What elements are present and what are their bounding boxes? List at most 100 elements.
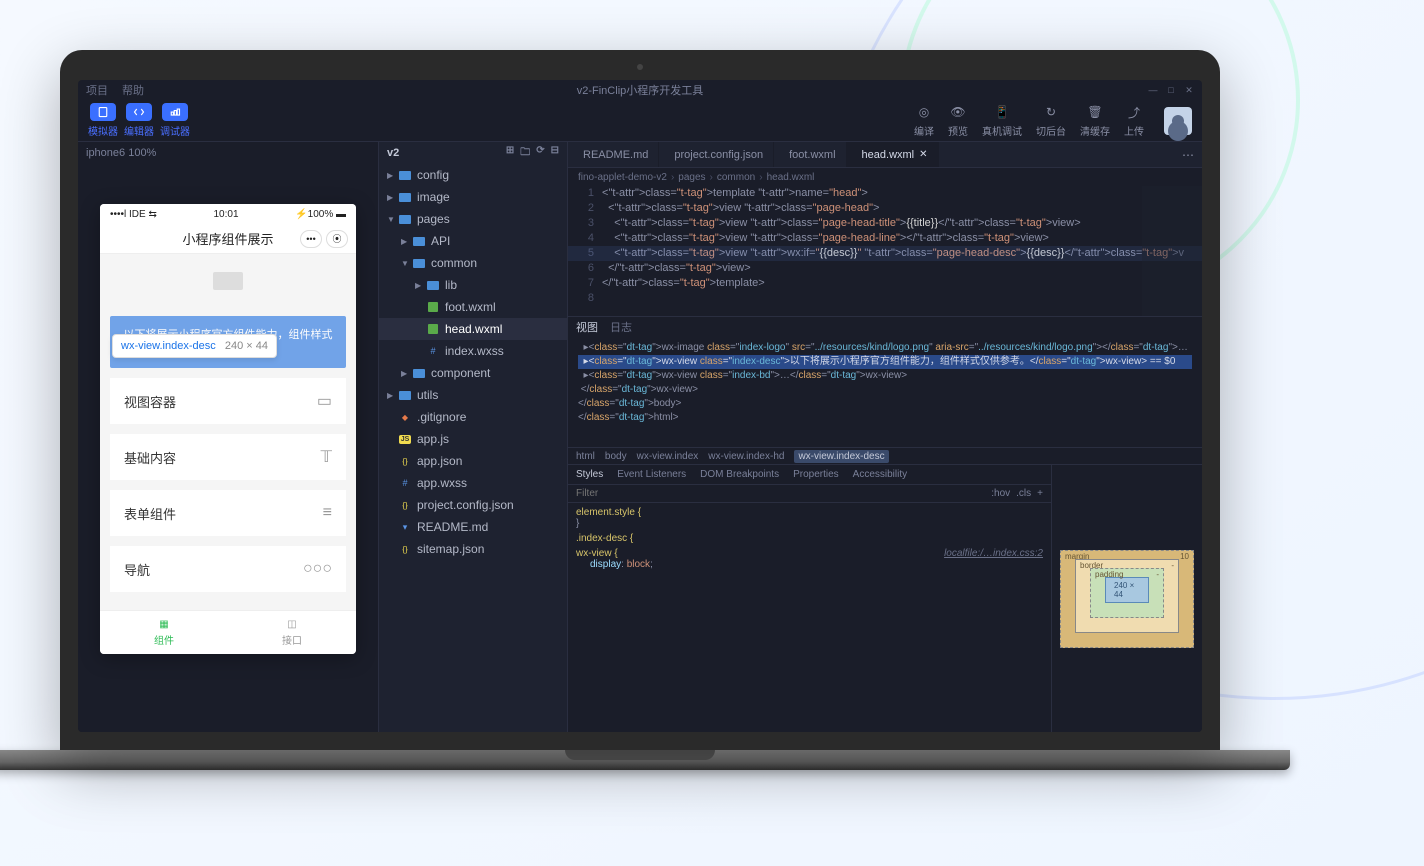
- dom-line-0[interactable]: ▸<class="dt-tag">wx-image class="index-l…: [578, 341, 1192, 355]
- phone-list-item-0[interactable]: 视图容器▭: [110, 378, 346, 424]
- editor-tab-3[interactable]: head.wxml✕: [847, 142, 939, 167]
- editor-tabs-more[interactable]: ⋯: [1174, 142, 1202, 167]
- dom-line-2[interactable]: ▸<class="dt-tag">wx-view class="index-bd…: [578, 369, 1192, 383]
- tree-node-config[interactable]: ▶config: [379, 164, 567, 186]
- tree-node-app.json[interactable]: app.json: [379, 450, 567, 472]
- explorer-root-label[interactable]: v2: [387, 147, 399, 159]
- collapse-icon[interactable]: ⊟: [551, 145, 559, 162]
- tree-node-lib[interactable]: ▶lib: [379, 274, 567, 296]
- tree-node-foot.wxml[interactable]: foot.wxml: [379, 296, 567, 318]
- tree-node-app.js[interactable]: app.js: [379, 428, 567, 450]
- css-rule-2[interactable]: wx-view {localfile:/…index.css:2display:…: [576, 548, 1043, 570]
- styles-tab-0[interactable]: Styles: [576, 469, 603, 480]
- dom-path-1[interactable]: body: [605, 451, 627, 462]
- tab-close-icon[interactable]: ✕: [919, 149, 927, 160]
- styles-hov[interactable]: :hov: [991, 488, 1010, 499]
- minimap[interactable]: [1142, 186, 1202, 316]
- tree-node-sitemap.json[interactable]: sitemap.json: [379, 538, 567, 560]
- menu-project[interactable]: 项目: [86, 82, 108, 98]
- styles-filter-input[interactable]: [576, 488, 676, 499]
- phone-mockup: ••••l IDE ⇆ 10:01 ⚡100% ▬ 小程序组件展示 ••• ⦿: [100, 204, 356, 654]
- simulator-panel: iphone6 100% ••••l IDE ⇆ 10:01 ⚡100% ▬ 小…: [78, 142, 378, 732]
- dom-line-1[interactable]: ▸<class="dt-tag">wx-view class="index-de…: [578, 355, 1192, 369]
- breadcrumb-seg-3[interactable]: head.wxml: [767, 172, 815, 183]
- phone-tab-1[interactable]: ◫接口: [228, 611, 356, 654]
- devtools: 视图日志 ▸<class="dt-tag">wx-image class="in…: [568, 316, 1202, 732]
- box-model: 240 × 44: [1052, 465, 1202, 732]
- phone-nav-more[interactable]: •••: [300, 230, 322, 248]
- tree-node-head.wxml[interactable]: head.wxml: [379, 318, 567, 340]
- editor-tab-2[interactable]: foot.wxml: [774, 142, 846, 167]
- laptop-camera: [637, 64, 643, 70]
- tree-node-pages[interactable]: ▼pages: [379, 208, 567, 230]
- phone-list-item-3[interactable]: 导航○○○: [110, 546, 346, 592]
- menubar: 项目 帮助 v2-FinClip小程序开发工具 — □ ✕: [78, 80, 1202, 100]
- styles-add-icon[interactable]: +: [1037, 488, 1043, 499]
- editor-tab-1[interactable]: project.config.json: [659, 142, 774, 167]
- phone-list-item-2[interactable]: 表单组件≡: [110, 490, 346, 536]
- phone-logo-icon: [213, 272, 243, 290]
- editor-tab-0[interactable]: README.md: [568, 142, 659, 167]
- tooltip-selector: wx-view.index-desc: [121, 340, 216, 352]
- tree-node-image[interactable]: ▶image: [379, 186, 567, 208]
- inspector-tooltip: wx-view.index-desc 240 × 44: [112, 334, 277, 358]
- tree-node-README.md[interactable]: README.md: [379, 516, 567, 538]
- dom-breadcrumb[interactable]: html body wx-view.index wx-view.index-hd wx-…: [568, 447, 1202, 465]
- toolbar-action-3[interactable]: ↻切后台: [1036, 103, 1066, 138]
- avatar[interactable]: [1164, 107, 1192, 135]
- tree-node-app.wxss[interactable]: app.wxss: [379, 472, 567, 494]
- css-rule-1[interactable]: .index-desc {</span></div><div><span cla…: [576, 533, 1043, 544]
- dom-path-0[interactable]: html: [576, 451, 595, 462]
- breadcrumb-seg-1[interactable]: pages: [678, 172, 705, 183]
- css-rule-0[interactable]: element.style {}: [576, 507, 1043, 529]
- toolbar-action-0[interactable]: ◎编译: [914, 103, 934, 138]
- new-folder-icon[interactable]: 🗀: [520, 145, 530, 162]
- toolbar-action-4[interactable]: 🗑清缓存: [1080, 103, 1110, 138]
- menu-help[interactable]: 帮助: [122, 82, 144, 98]
- toolbar-pill-2[interactable]: [162, 103, 188, 121]
- devtools-tab-0[interactable]: 视图: [576, 319, 598, 335]
- dom-path-3[interactable]: wx-view.index-hd: [708, 451, 784, 462]
- css-rules[interactable]: element.style {} .index-desc {</span></di…: [568, 503, 1051, 732]
- phone-nav-close[interactable]: ⦿: [326, 230, 348, 248]
- breadcrumb[interactable]: fino-applet-demo-v2›pages›common›head.wx…: [568, 168, 1202, 186]
- styles-tab-2[interactable]: DOM Breakpoints: [700, 469, 779, 480]
- tree-node-API[interactable]: ▶API: [379, 230, 567, 252]
- tree-node-utils[interactable]: ▶utils: [379, 384, 567, 406]
- tree-node-.gitignore[interactable]: .gitignore: [379, 406, 567, 428]
- styles-tab-4[interactable]: Accessibility: [853, 469, 907, 480]
- tree-node-index.wxss[interactable]: index.wxss: [379, 340, 567, 362]
- dom-path-2[interactable]: wx-view.index: [637, 451, 699, 462]
- dom-path-4[interactable]: wx-view.index-desc: [794, 450, 888, 463]
- code-editor[interactable]: 12345678 <"t-attr">class="t-tag">templat…: [568, 186, 1202, 316]
- tree-node-project.config.json[interactable]: project.config.json: [379, 494, 567, 516]
- minimize-button[interactable]: —: [1148, 85, 1158, 95]
- toolbar-pill-label-1: 编辑器: [124, 123, 154, 138]
- dom-tree[interactable]: ▸<class="dt-tag">wx-image class="index-l…: [568, 337, 1202, 447]
- phone-tab-0[interactable]: ▦组件: [100, 611, 228, 654]
- breadcrumb-seg-2[interactable]: common: [717, 172, 755, 183]
- styles-tab-3[interactable]: Properties: [793, 469, 839, 480]
- simulator-device-label[interactable]: iphone6 100%: [78, 142, 378, 164]
- styles-tab-1[interactable]: Event Listeners: [617, 469, 686, 480]
- toolbar-action-5[interactable]: ⤴上传: [1124, 103, 1144, 138]
- status-time: 10:01: [214, 209, 239, 220]
- dom-line-4[interactable]: </class="dt-tag">body>: [578, 397, 1192, 411]
- devtools-tab-1[interactable]: 日志: [610, 319, 632, 335]
- close-button[interactable]: ✕: [1184, 85, 1194, 95]
- refresh-icon[interactable]: ⟳: [536, 145, 544, 162]
- toolbar-pill-0[interactable]: [90, 103, 116, 121]
- dom-line-3[interactable]: </class="dt-tag">wx-view>: [578, 383, 1192, 397]
- styles-cls[interactable]: .cls: [1016, 488, 1031, 499]
- phone-list-item-1[interactable]: 基础内容𝕋: [110, 434, 346, 480]
- dom-line-5[interactable]: </class="dt-tag">html>: [578, 411, 1192, 425]
- toolbar-pill-1[interactable]: [126, 103, 152, 121]
- maximize-button[interactable]: □: [1166, 85, 1176, 95]
- breadcrumb-seg-0[interactable]: fino-applet-demo-v2: [578, 172, 667, 183]
- new-file-icon[interactable]: ⊞: [506, 145, 514, 162]
- toolbar-action-2[interactable]: 📱真机调试: [982, 103, 1022, 138]
- toolbar-action-1[interactable]: 👁预览: [948, 103, 968, 138]
- tooltip-dimensions: 240 × 44: [225, 340, 268, 352]
- tree-node-component[interactable]: ▶component: [379, 362, 567, 384]
- tree-node-common[interactable]: ▼common: [379, 252, 567, 274]
